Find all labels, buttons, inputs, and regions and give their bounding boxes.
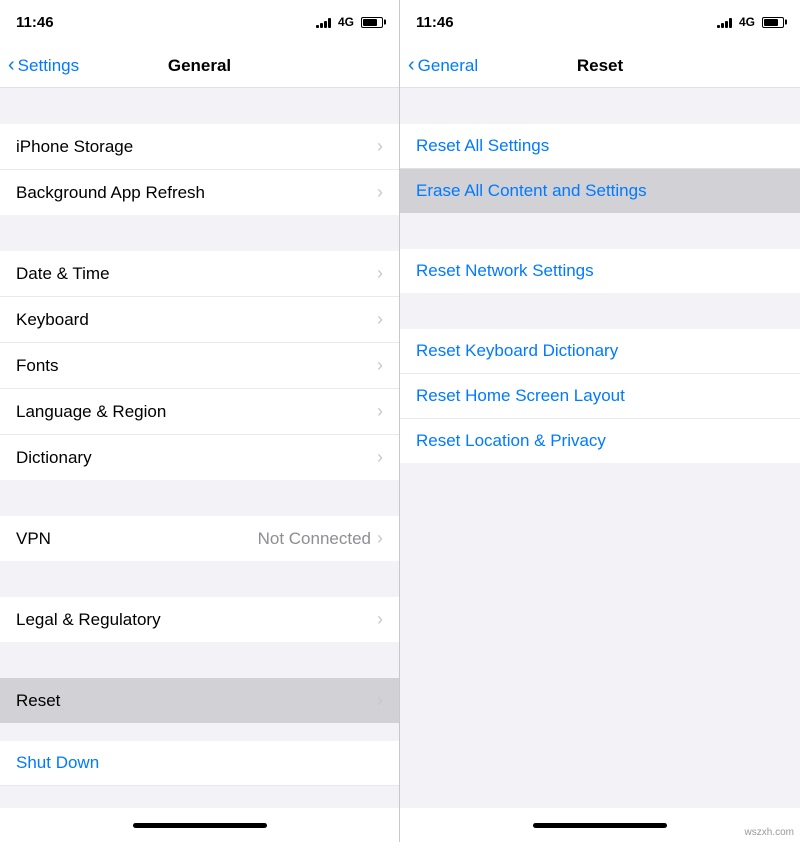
section-gap-5 (0, 642, 399, 678)
right-panel: 11:46 4G ‹ General Reset Reset All (400, 0, 800, 842)
back-label-left: Settings (18, 56, 79, 76)
section-datetime: Date & Time › Keyboard › Fonts › Languag… (0, 251, 399, 480)
right-section-4: Reset Keyboard Dictionary Reset Home Scr… (400, 329, 800, 463)
label-legal: Legal & Regulatory (16, 610, 161, 630)
list-item-erase-all[interactable]: Erase All Content and Settings (400, 169, 800, 213)
left-content: iPhone Storage › Background App Refresh … (0, 88, 399, 808)
chevron-date-time: › (377, 263, 383, 284)
chevron-dictionary: › (377, 447, 383, 468)
section-reset: Reset › (0, 678, 399, 723)
network-type-left: 4G (338, 15, 354, 29)
battery-icon-right (762, 17, 784, 28)
nav-title-left: General (168, 56, 231, 76)
section-legal: Legal & Regulatory › (0, 597, 399, 642)
list-item-background-refresh[interactable]: Background App Refresh › (0, 170, 399, 215)
list-item-reset[interactable]: Reset › (0, 678, 399, 723)
home-indicator-left (0, 808, 399, 842)
list-item-date-time[interactable]: Date & Time › (0, 251, 399, 297)
list-item-reset-keyboard-dict[interactable]: Reset Keyboard Dictionary (400, 329, 800, 374)
time-left: 11:46 (16, 14, 54, 31)
label-reset: Reset (16, 691, 60, 711)
section-storage: iPhone Storage › Background App Refresh … (0, 124, 399, 215)
label-vpn: VPN (16, 529, 51, 549)
back-button-left[interactable]: ‹ Settings (8, 56, 79, 76)
chevron-left-icon-right: ‹ (408, 55, 415, 75)
right-gap-2 (400, 213, 800, 249)
chevron-reset: › (377, 690, 383, 711)
signal-icon-left (316, 16, 331, 28)
value-vpn: Not Connected (258, 529, 371, 549)
label-shutdown: Shut Down (16, 753, 99, 773)
right-gap-3 (400, 293, 800, 329)
list-item-iphone-storage[interactable]: iPhone Storage › (0, 124, 399, 170)
status-icons-left: 4G (316, 15, 383, 29)
label-date-time: Date & Time (16, 264, 110, 284)
time-right: 11:46 (416, 14, 454, 31)
list-item-legal[interactable]: Legal & Regulatory › (0, 597, 399, 642)
chevron-left-icon: ‹ (8, 55, 15, 75)
battery-icon-left (361, 17, 383, 28)
label-iphone-storage: iPhone Storage (16, 137, 133, 157)
chevron-background-refresh: › (377, 182, 383, 203)
label-reset-home-screen: Reset Home Screen Layout (416, 386, 625, 406)
right-gap-4 (400, 463, 800, 499)
label-fonts: Fonts (16, 356, 59, 376)
left-panel: 11:46 4G ‹ Settings General (0, 0, 400, 842)
nav-bar-left: ‹ Settings General (0, 44, 399, 88)
home-bar-right (533, 823, 667, 828)
list-item-keyboard[interactable]: Keyboard › (0, 297, 399, 343)
home-indicator-right (400, 808, 800, 842)
section-gap-1 (0, 88, 399, 124)
list-item-vpn[interactable]: VPN Not Connected › (0, 516, 399, 561)
label-reset-keyboard-dict: Reset Keyboard Dictionary (416, 341, 618, 361)
section-vpn: VPN Not Connected › (0, 516, 399, 561)
section-gap-6 (0, 723, 399, 741)
chevron-legal: › (377, 609, 383, 630)
right-section-1: Reset All Settings (400, 124, 800, 168)
list-item-language-region[interactable]: Language & Region › (0, 389, 399, 435)
label-keyboard: Keyboard (16, 310, 89, 330)
list-item-reset-location-privacy[interactable]: Reset Location & Privacy (400, 419, 800, 463)
signal-icon-right (717, 16, 732, 28)
section-gap-2 (0, 215, 399, 251)
section-gap-4 (0, 561, 399, 597)
back-label-right: General (418, 56, 478, 76)
label-background-refresh: Background App Refresh (16, 183, 205, 203)
list-item-reset-all-settings[interactable]: Reset All Settings (400, 124, 800, 168)
list-item-dictionary[interactable]: Dictionary › (0, 435, 399, 480)
right-content: Reset All Settings Erase All Content and… (400, 88, 800, 808)
list-item-fonts[interactable]: Fonts › (0, 343, 399, 389)
section-gap-7 (0, 786, 399, 808)
label-reset-network: Reset Network Settings (416, 261, 594, 281)
chevron-keyboard: › (377, 309, 383, 330)
chevron-language-region: › (377, 401, 383, 422)
status-bar-right: 11:46 4G (400, 0, 800, 44)
label-erase-all: Erase All Content and Settings (416, 181, 647, 201)
label-language-region: Language & Region (16, 402, 166, 422)
right-section-3: Reset Network Settings (400, 249, 800, 293)
label-reset-all-settings: Reset All Settings (416, 136, 549, 156)
list-item-reset-network[interactable]: Reset Network Settings (400, 249, 800, 293)
status-bar-left: 11:46 4G (0, 0, 399, 44)
status-icons-right: 4G (717, 15, 784, 29)
network-type-right: 4G (739, 15, 755, 29)
nav-title-right: Reset (577, 56, 623, 76)
nav-bar-right: ‹ General Reset (400, 44, 800, 88)
home-bar-left (133, 823, 267, 828)
label-dictionary: Dictionary (16, 448, 92, 468)
right-section-2: Erase All Content and Settings (400, 169, 800, 213)
chevron-fonts: › (377, 355, 383, 376)
list-item-shutdown[interactable]: Shut Down (0, 741, 399, 786)
chevron-vpn: › (377, 528, 383, 549)
label-reset-location-privacy: Reset Location & Privacy (416, 431, 606, 451)
section-gap-3 (0, 480, 399, 516)
back-button-right[interactable]: ‹ General (408, 56, 478, 76)
right-gap-1 (400, 88, 800, 124)
watermark: wszxh.com (745, 827, 794, 838)
chevron-iphone-storage: › (377, 136, 383, 157)
section-shutdown: Shut Down (0, 741, 399, 786)
list-item-reset-home-screen[interactable]: Reset Home Screen Layout (400, 374, 800, 419)
